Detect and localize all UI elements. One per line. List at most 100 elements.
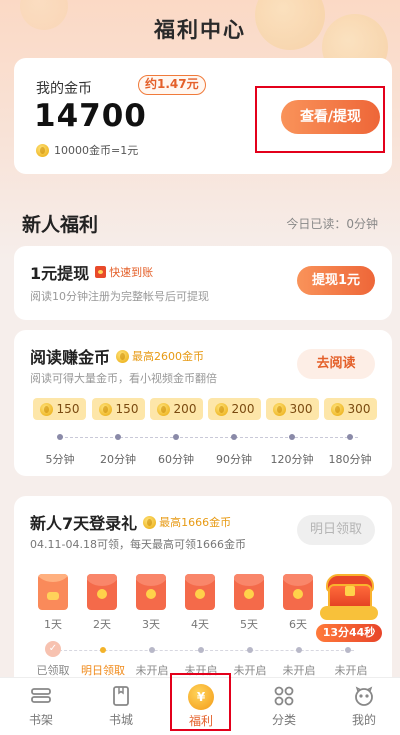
login-gift-desc: 04.11-04.18可领，每天最高可领1666金币 — [30, 538, 246, 551]
login-progress-dot — [247, 647, 253, 653]
login-gift-title: 新人7天登录礼 — [30, 514, 138, 533]
login-progress-dot — [198, 647, 204, 653]
reward-value: 200 — [173, 402, 197, 416]
coin-icon — [143, 515, 157, 529]
time-label: 180分钟 — [328, 453, 372, 466]
max-coin-text: 最高2600金币 — [132, 350, 205, 363]
login-progress-dot — [345, 647, 351, 653]
withdraw-desc: 阅读10分钟注册为完整帐号后可提现 — [30, 290, 209, 303]
time-label: 5分钟 — [45, 453, 75, 466]
profile-icon — [352, 684, 376, 708]
coin-icon — [156, 402, 170, 416]
day-label: 4天 — [191, 618, 209, 631]
read-earn-card: 阅读赚金币 最高2600金币 阅读可得大量金币，看小视频金币翻倍 去阅读 150 … — [14, 330, 392, 476]
claim-status: 未开启 — [334, 664, 368, 677]
time-label: 20分钟 — [100, 453, 136, 466]
progress-dot — [173, 434, 179, 440]
bookstore-icon — [109, 684, 133, 708]
bookshelf-icon — [29, 684, 53, 708]
tab-category[interactable]: 分类 — [254, 684, 314, 728]
checked-icon: ✓ — [45, 641, 61, 657]
red-envelope-icon — [283, 574, 313, 610]
reward-chip: 150 — [33, 398, 86, 420]
reward-chip: 300 — [266, 398, 319, 420]
withdraw-1yuan-button[interactable]: 提现1元 — [297, 266, 375, 295]
progress-dot — [289, 434, 295, 440]
time-label: 90分钟 — [216, 453, 252, 466]
highlight-box-withdraw — [255, 86, 385, 153]
red-envelope-icon — [185, 574, 215, 610]
coin-icon — [116, 349, 130, 363]
reward-chip: 300 — [324, 398, 377, 420]
highlight-box-welfare-tab — [170, 673, 231, 731]
red-envelope-icon — [234, 574, 264, 610]
reward-value: 150 — [56, 402, 80, 416]
tab-label: 我的 — [351, 713, 376, 727]
treasure-chest-widget[interactable]: 13分44秒 — [316, 572, 382, 644]
tab-profile[interactable]: 我的 — [334, 684, 394, 728]
wallet-approx-badge: 约1.47元 — [138, 75, 206, 95]
coin-icon — [36, 143, 49, 157]
fast-arrival-tag: 快速到账 — [95, 264, 153, 280]
tab-bookstore[interactable]: 书城 — [91, 684, 151, 728]
tab-bookshelf[interactable]: 书架 — [11, 684, 71, 728]
day-label: 1天 — [44, 618, 62, 631]
reward-chip: 200 — [208, 398, 261, 420]
red-envelope-open-icon — [38, 574, 68, 610]
time-label: 60分钟 — [158, 453, 194, 466]
coin-amount: 14700 — [34, 98, 147, 134]
time-label: 120分钟 — [270, 453, 314, 466]
coin-icon — [98, 402, 112, 416]
coin-icon — [214, 402, 228, 416]
claim-status: 未开启 — [282, 664, 316, 677]
chest-lock-icon — [345, 586, 355, 596]
reward-value: 300 — [347, 402, 371, 416]
page-title: 福利中心 — [154, 18, 246, 42]
day-label: 2天 — [93, 618, 111, 631]
tab-label: 分类 — [271, 713, 296, 727]
progress-dot — [57, 434, 63, 440]
login-progress-track — [54, 650, 354, 651]
fast-arrival-text: 快速到账 — [109, 266, 154, 279]
withdraw-card: 1元提现 快速到账 阅读10分钟注册为完整帐号后可提现 提现1元 — [14, 246, 392, 320]
day-label: 3天 — [142, 618, 160, 631]
red-envelope-icon — [95, 266, 107, 278]
chest-timer: 13分44秒 — [316, 624, 382, 642]
tab-label: 书架 — [28, 713, 53, 727]
exchange-rate-text: 10000金币=1元 — [54, 144, 139, 157]
red-envelope-icon — [136, 574, 166, 610]
read-earn-desc: 阅读可得大量金币，看小视频金币翻倍 — [30, 372, 217, 385]
reward-chip: 200 — [150, 398, 203, 420]
exchange-rate: 10000金币=1元 — [36, 142, 138, 158]
progress-track — [60, 437, 358, 438]
coin-icon — [39, 402, 53, 416]
login-max-text: 最高1666金币 — [159, 516, 232, 529]
red-envelope-icon — [87, 574, 117, 610]
coin-icon — [330, 402, 344, 416]
day-label: 6天 — [289, 618, 307, 631]
claim-tomorrow-button[interactable]: 明日领取 — [297, 515, 375, 545]
reward-value: 150 — [115, 402, 139, 416]
max-coin-tag: 最高1666金币 — [143, 514, 231, 530]
progress-dot — [115, 434, 121, 440]
progress-dot — [347, 434, 353, 440]
wallet-label: 我的金币 — [36, 81, 92, 97]
tab-label: 书城 — [108, 713, 133, 727]
go-read-button[interactable]: 去阅读 — [297, 349, 375, 379]
max-coin-tag: 最高2600金币 — [116, 348, 204, 364]
progress-dot — [231, 434, 237, 440]
reward-value: 200 — [231, 402, 255, 416]
withdraw-title: 1元提现 — [30, 264, 90, 283]
login-progress-dot — [100, 647, 106, 653]
reward-value: 300 — [289, 402, 313, 416]
read-earn-title: 阅读赚金币 — [30, 348, 111, 367]
login-progress-dot — [296, 647, 302, 653]
section-title: 新人福利 — [22, 214, 99, 236]
category-icon — [272, 684, 296, 708]
coin-pile-icon — [320, 606, 378, 620]
reward-chip: 150 — [92, 398, 145, 420]
coin-icon — [272, 402, 286, 416]
read-today-text: 今日已读：0分钟 — [286, 217, 378, 231]
login-progress-dot — [149, 647, 155, 653]
day-label: 5天 — [240, 618, 258, 631]
